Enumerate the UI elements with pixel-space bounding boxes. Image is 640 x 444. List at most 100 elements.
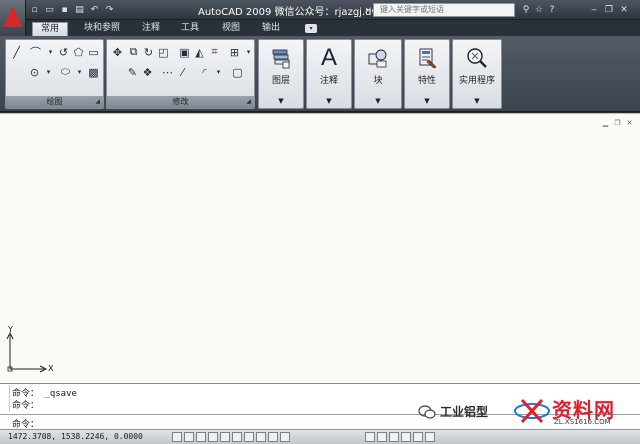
fillet-icon[interactable]: ◜ bbox=[197, 65, 212, 79]
help-search-input[interactable]: 键入关键字或短语 bbox=[373, 3, 515, 17]
ribbon-options-icon[interactable]: ▾ bbox=[305, 24, 317, 33]
pan-icon[interactable] bbox=[401, 432, 411, 442]
drawing-window-controls: ▁ ❐ ✕ bbox=[601, 119, 634, 127]
draw-panel-title[interactable]: 绘图 ◢ bbox=[6, 96, 103, 108]
undo-icon[interactable]: ↶ bbox=[88, 3, 101, 16]
block-panel[interactable]: 块 ▼ bbox=[354, 39, 402, 109]
wechat-icon bbox=[418, 404, 436, 419]
quick-view-icon[interactable] bbox=[389, 432, 399, 442]
layout-icon[interactable] bbox=[377, 432, 387, 442]
move-icon[interactable]: ✥ bbox=[110, 45, 125, 59]
array-dropdown-icon[interactable]: ▾ bbox=[241, 45, 256, 59]
annotation-panel[interactable]: A 注释 ▼ bbox=[306, 39, 352, 109]
rotate-icon[interactable]: ↻ bbox=[141, 45, 156, 59]
stretch-icon[interactable]: ▣ bbox=[177, 45, 192, 59]
layers-label: 图层 bbox=[271, 76, 290, 86]
explode-icon[interactable]: ❖ bbox=[140, 65, 155, 79]
plot-icon[interactable]: ▤ bbox=[73, 3, 86, 16]
help-icon[interactable]: ? bbox=[546, 4, 558, 16]
layers-dropdown-icon[interactable]: ▼ bbox=[259, 97, 303, 105]
modify-panel: ✥ ⧉ ↻ ◰ ▣ ◭ ⌗ ⊞ ▾ ✎ ❖ ⋯ ⁄ ◜ ▾ ▢ 修改 ◢ bbox=[106, 39, 255, 109]
communication-center-icon[interactable]: ☆ bbox=[533, 4, 545, 16]
watermark: 工业铝型 bbox=[418, 403, 488, 420]
extend-icon[interactable]: ⁄ bbox=[175, 65, 190, 79]
watermark-logo: 资料网 ZL.XS1616.COM bbox=[512, 394, 634, 428]
utilities-dropdown-icon[interactable]: ▼ bbox=[453, 97, 501, 105]
circle-dropdown-icon[interactable]: ▾ bbox=[41, 65, 56, 79]
dyn-toggle-icon[interactable] bbox=[256, 432, 266, 442]
properties-icon bbox=[413, 45, 441, 71]
properties-label: 特性 bbox=[417, 76, 436, 86]
save-icon[interactable]: ▪ bbox=[58, 3, 71, 16]
tab-blocks-references[interactable]: 块和参照 bbox=[76, 22, 128, 36]
tab-annotate[interactable]: 注释 bbox=[134, 22, 168, 36]
drawing-minimize-icon[interactable]: ▁ bbox=[601, 119, 610, 127]
line-icon[interactable]: ╱ bbox=[9, 45, 24, 59]
osnap-toggle-icon[interactable] bbox=[220, 432, 230, 442]
trim-icon[interactable]: ⌗ bbox=[207, 45, 222, 59]
tab-view[interactable]: 视图 bbox=[214, 22, 248, 36]
array-icon[interactable]: ⊞ bbox=[227, 45, 242, 59]
modify-panel-title[interactable]: 修改 ◢ bbox=[107, 96, 254, 108]
minimize-button[interactable]: ‒ bbox=[588, 3, 600, 16]
properties-dropdown-icon[interactable]: ▼ bbox=[405, 97, 449, 105]
grid-toggle-icon[interactable] bbox=[184, 432, 194, 442]
autocad-logo-icon bbox=[5, 6, 21, 24]
break-icon[interactable]: ⋯ bbox=[160, 65, 175, 79]
utilities-label: 实用程序 bbox=[458, 76, 495, 86]
tab-tools[interactable]: 工具 bbox=[173, 22, 207, 36]
binoculars-search-icon[interactable]: ⚲ bbox=[520, 4, 532, 16]
ellipse-dropdown-icon[interactable]: ▾ bbox=[72, 65, 87, 79]
lineweight-toggle-icon[interactable] bbox=[268, 432, 278, 442]
ucs-icon: Y X bbox=[6, 325, 58, 378]
quick-properties-toggle-icon[interactable] bbox=[280, 432, 290, 442]
ucs-y-label: Y bbox=[8, 325, 13, 334]
properties-panel[interactable]: 特性 ▼ bbox=[404, 39, 450, 109]
zoom-icon[interactable] bbox=[413, 432, 423, 442]
offset-icon[interactable]: ▢ bbox=[230, 65, 245, 79]
block-dropdown-icon[interactable]: ▼ bbox=[355, 97, 401, 105]
block-icon bbox=[364, 45, 392, 71]
ducs-toggle-icon[interactable] bbox=[244, 432, 254, 442]
tab-output[interactable]: 输出 bbox=[254, 22, 288, 36]
drawing-close-icon[interactable]: ✕ bbox=[625, 119, 634, 127]
ortho-toggle-icon[interactable] bbox=[196, 432, 206, 442]
title-bar: ▫ ▭ ▪ ▤ ↶ ↷ AutoCAD 2009 微信公众号：rjazgj.dw… bbox=[0, 0, 640, 20]
scale-icon[interactable]: ◰ bbox=[156, 45, 171, 59]
annotation-dropdown-icon[interactable]: ▼ bbox=[307, 97, 351, 105]
command-scrollbar[interactable] bbox=[2, 386, 10, 412]
redo-icon[interactable]: ↷ bbox=[103, 3, 116, 16]
model-space-icon[interactable] bbox=[365, 432, 375, 442]
site-logo-icon bbox=[514, 398, 550, 424]
search-expand-icon[interactable]: ▸ bbox=[366, 5, 370, 14]
polar-toggle-icon[interactable] bbox=[208, 432, 218, 442]
circle-icon[interactable]: ⊙ bbox=[27, 65, 42, 79]
panel-expand-icon[interactable]: ◢ bbox=[246, 96, 251, 108]
restore-button[interactable]: ❐ bbox=[603, 3, 615, 16]
open-file-icon[interactable]: ▭ bbox=[43, 3, 56, 16]
otrack-toggle-icon[interactable] bbox=[232, 432, 242, 442]
polygon-icon[interactable]: ⬠ bbox=[71, 45, 86, 59]
drawing-restore-icon[interactable]: ❐ bbox=[613, 119, 622, 127]
snap-toggle-icon[interactable] bbox=[172, 432, 182, 442]
watermark-logo-url: ZL.XS1616.COM bbox=[554, 418, 611, 426]
erase-icon[interactable]: ✎ bbox=[125, 65, 140, 79]
fillet-dropdown-icon[interactable]: ▾ bbox=[211, 65, 226, 79]
drawing-canvas[interactable]: ▁ ❐ ✕ Y X bbox=[0, 113, 640, 383]
new-file-icon[interactable]: ▫ bbox=[28, 3, 41, 16]
panel-expand-icon[interactable]: ◢ bbox=[95, 96, 100, 108]
tab-home[interactable]: 常用 bbox=[32, 22, 69, 36]
rectangle-icon[interactable]: ▭ bbox=[86, 45, 101, 59]
close-button[interactable]: ✕ bbox=[618, 3, 630, 16]
utilities-panel[interactable]: 实用程序 ▼ bbox=[452, 39, 502, 109]
arc-icon[interactable]: ↺ bbox=[56, 45, 71, 59]
layers-panel[interactable]: 图层 ▼ bbox=[258, 39, 304, 109]
copy-icon[interactable]: ⧉ bbox=[126, 45, 141, 59]
ellipse-icon[interactable]: ⬭ bbox=[58, 65, 73, 79]
steering-wheel-icon[interactable] bbox=[425, 432, 435, 442]
hatch-icon[interactable]: ▩ bbox=[86, 65, 101, 79]
application-menu-button[interactable] bbox=[0, 0, 26, 36]
polyline-icon[interactable]: ⌒ bbox=[28, 45, 43, 59]
mirror-icon[interactable]: ◭ bbox=[192, 45, 207, 59]
status-bar: 1472.3708, 1538.2246, 0.0000 bbox=[0, 429, 640, 444]
